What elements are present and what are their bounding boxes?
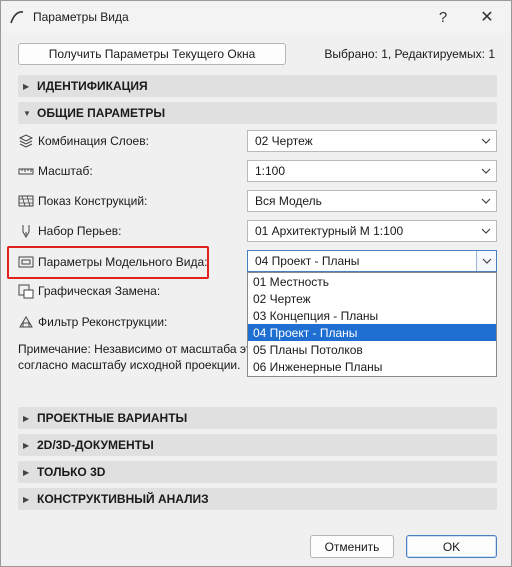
structure-display-row: Показ Конструкций: (18, 190, 147, 212)
section-structural-analysis[interactable]: ▶ КОНСТРУКТИВНЫЙ АНАЛИЗ (18, 488, 497, 510)
section-structural-analysis-label: КОНСТРУКТИВНЫЙ АНАЛИЗ (37, 492, 209, 506)
pen-set-row: Набор Перьев: (18, 220, 122, 242)
dropdown-option[interactable]: 03 Концепция - Планы (248, 307, 496, 324)
section-only-3d[interactable]: ▶ ТОЛЬКО 3D (18, 461, 497, 483)
collapsed-triangle-icon: ▶ (23, 413, 30, 423)
section-identification-label: ИДЕНТИФИКАЦИЯ (37, 79, 148, 93)
structure-display-icon (18, 193, 34, 209)
chevron-down-icon (476, 168, 496, 174)
scale-note-line-1: Примечание: Независимо от масштаба это (18, 342, 248, 356)
window-title: Параметры Вида (33, 10, 129, 24)
graphic-override-row: Графическая Замена: (18, 280, 160, 302)
chevron-down-icon (476, 138, 496, 144)
layer-combo-value: 02 Чертеж (255, 134, 313, 148)
ok-button[interactable]: OK (406, 535, 497, 558)
scale-row: Масштаб: (18, 160, 93, 182)
section-identification[interactable]: ▶ ИДЕНТИФИКАЦИЯ (18, 75, 497, 97)
section-only-3d-label: ТОЛЬКО 3D (37, 465, 106, 479)
scale-label: Масштаб: (38, 164, 93, 178)
renovation-filter-row: Фильтр Реконструкции: (18, 311, 167, 333)
dropdown-option[interactable]: 01 Местность (248, 273, 496, 290)
section-design-options[interactable]: ▶ ПРОЕКТНЫЕ ВАРИАНТЫ (18, 407, 497, 429)
get-current-window-settings-button[interactable]: Получить Параметры Текущего Окна (18, 43, 286, 65)
pen-set-label: Набор Перьев: (38, 224, 122, 238)
expanded-triangle-icon: ▼ (23, 108, 31, 118)
archicad-icon (10, 11, 24, 24)
scale-value: 1:100 (255, 164, 286, 178)
dropdown-option[interactable]: 06 Инженерные Планы (248, 358, 496, 375)
title-bar: Параметры Вида ? ✕ (1, 1, 511, 33)
model-view-options-select[interactable]: 04 Проект - Планы (247, 250, 497, 272)
collapsed-triangle-icon: ▶ (23, 467, 30, 477)
collapsed-triangle-icon: ▶ (23, 440, 30, 450)
layers-icon (18, 133, 34, 149)
scale-icon (18, 163, 34, 179)
structure-display-select[interactable]: Вся Модель (247, 190, 497, 212)
close-button[interactable]: ✕ (473, 5, 501, 29)
pen-icon (18, 223, 34, 239)
chevron-down-icon (476, 228, 496, 234)
collapsed-triangle-icon: ▶ (23, 494, 30, 504)
chevron-down-icon (476, 251, 496, 271)
layer-combo-row: Комбинация Слоев: (18, 130, 149, 152)
collapsed-triangle-icon: ▶ (23, 81, 30, 91)
section-2d3d-documents-label: 2D/3D-ДОКУМЕНТЫ (37, 438, 154, 452)
model-view-options-value: 04 Проект - Планы (255, 254, 360, 268)
view-settings-dialog: Параметры Вида ? ✕ Получить Параметры Те… (0, 0, 512, 567)
pen-set-value: 01 Архитектурный М 1:100 (255, 224, 404, 238)
model-view-options-dropdown[interactable]: 01 Местность 02 Чертеж 03 Концепция - Пл… (247, 272, 497, 377)
scale-note-line-2: согласно масштабу исходной проекции. (18, 358, 241, 372)
red-highlight-box (7, 246, 209, 279)
graphic-override-icon (18, 283, 34, 299)
dropdown-option[interactable]: 05 Планы Потолков (248, 341, 496, 358)
section-design-options-label: ПРОЕКТНЫЕ ВАРИАНТЫ (37, 411, 188, 425)
scale-note: Примечание: Независимо от масштаба это с… (18, 341, 248, 373)
layer-combo-label: Комбинация Слоев: (38, 134, 149, 148)
selection-info: Выбрано: 1, Редактируемых: 1 (324, 47, 495, 61)
section-2d3d-documents[interactable]: ▶ 2D/3D-ДОКУМЕНТЫ (18, 434, 497, 456)
section-general-label: ОБЩИЕ ПАРАМЕТРЫ (37, 106, 166, 120)
graphic-override-label: Графическая Замена: (38, 284, 161, 298)
structure-display-value: Вся Модель (255, 194, 322, 208)
help-button[interactable]: ? (429, 5, 457, 29)
scale-select[interactable]: 1:100 (247, 160, 497, 182)
dropdown-option-selected[interactable]: 04 Проект - Планы (248, 324, 496, 341)
renovation-filter-icon (18, 314, 34, 330)
renovation-filter-label: Фильтр Реконструкции: (38, 315, 168, 329)
pen-set-select[interactable]: 01 Архитектурный М 1:100 (247, 220, 497, 242)
layer-combo-select[interactable]: 02 Чертеж (247, 130, 497, 152)
cancel-button[interactable]: Отменить (310, 535, 394, 558)
dropdown-option[interactable]: 02 Чертеж (248, 290, 496, 307)
section-general[interactable]: ▼ ОБЩИЕ ПАРАМЕТРЫ (18, 102, 497, 124)
structure-display-label: Показ Конструкций: (38, 194, 148, 208)
chevron-down-icon (476, 198, 496, 204)
